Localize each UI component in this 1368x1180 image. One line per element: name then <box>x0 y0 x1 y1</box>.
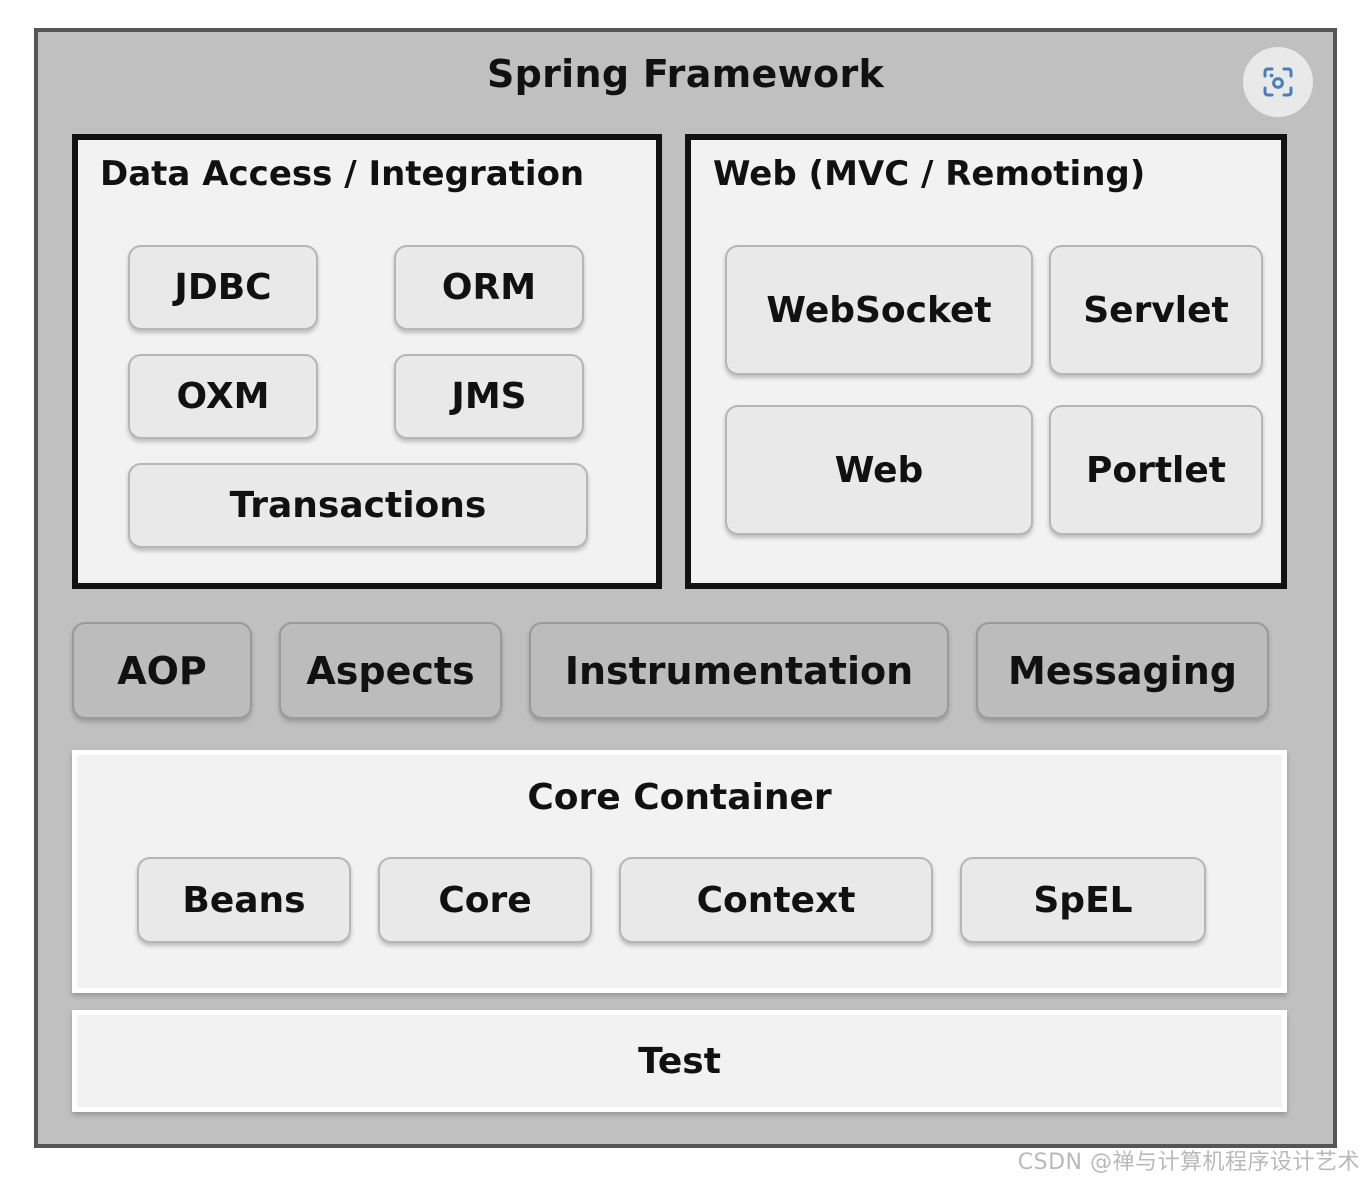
module-oxm[interactable]: OXM <box>128 354 318 439</box>
lens-scan-icon[interactable] <box>1243 47 1313 117</box>
data-access-heading: Data Access / Integration <box>100 154 585 194</box>
module-web[interactable]: Web <box>725 405 1033 535</box>
module-messaging[interactable]: Messaging <box>976 622 1269 719</box>
module-instrumentation[interactable]: Instrumentation <box>529 622 949 719</box>
panel-core-container: Core Container Beans Core Context SpEL <box>72 750 1287 993</box>
panel-web-mvc-remoting: Web (MVC / Remoting) WebSocket Servlet W… <box>685 134 1287 589</box>
module-orm[interactable]: ORM <box>394 245 584 330</box>
watermark: CSDN @禅与计算机程序设计艺术 <box>1017 1150 1360 1175</box>
module-jdbc[interactable]: JDBC <box>128 245 318 330</box>
top-panels-row: Data Access / Integration JDBC ORM OXM J… <box>72 134 1287 589</box>
module-aop[interactable]: AOP <box>72 622 252 719</box>
module-context[interactable]: Context <box>619 857 933 943</box>
panel-test[interactable]: Test <box>72 1010 1287 1112</box>
web-row-1: WebSocket Servlet <box>725 245 1263 375</box>
module-servlet[interactable]: Servlet <box>1049 245 1263 375</box>
diagram-canvas: Spring Framework Data Access / Integrati… <box>0 0 1368 1180</box>
web-row-2: Web Portlet <box>725 405 1263 535</box>
module-portlet[interactable]: Portlet <box>1049 405 1263 535</box>
middle-modules-row: AOP Aspects Instrumentation Messaging <box>72 622 1287 719</box>
data-access-row-2: OXM JMS <box>128 354 618 439</box>
web-heading: Web (MVC / Remoting) <box>713 154 1146 194</box>
core-container-heading: Core Container <box>527 777 832 818</box>
module-jms[interactable]: JMS <box>394 354 584 439</box>
module-core[interactable]: Core <box>378 857 592 943</box>
data-access-module-grid: JDBC ORM OXM JMS Transactions <box>128 245 618 548</box>
module-spel[interactable]: SpEL <box>960 857 1206 943</box>
module-websocket[interactable]: WebSocket <box>725 245 1033 375</box>
data-access-row-1: JDBC ORM <box>128 245 618 330</box>
core-container-module-row: Beans Core Context SpEL <box>137 857 1227 943</box>
spring-framework-frame: Spring Framework Data Access / Integrati… <box>34 28 1337 1148</box>
web-module-grid: WebSocket Servlet Web Portlet <box>725 245 1263 565</box>
panel-data-access-integration: Data Access / Integration JDBC ORM OXM J… <box>72 134 662 589</box>
module-aspects[interactable]: Aspects <box>279 622 502 719</box>
module-transactions[interactable]: Transactions <box>128 463 588 548</box>
page-title: Spring Framework <box>486 52 885 96</box>
module-beans[interactable]: Beans <box>137 857 351 943</box>
